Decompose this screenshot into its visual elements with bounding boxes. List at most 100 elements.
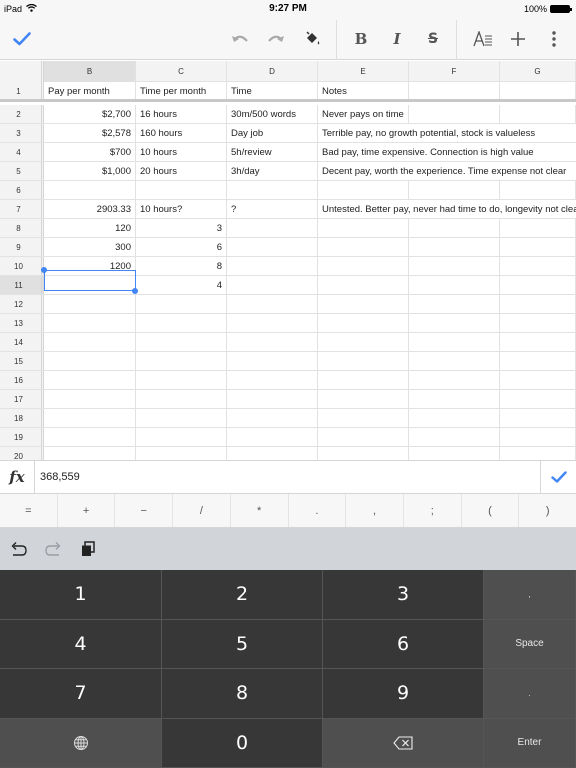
cell-E20[interactable] [318,447,409,460]
row-header-3[interactable]: 3 [0,124,44,142]
cell-G8[interactable] [500,219,576,237]
formula-input[interactable] [40,461,530,493]
cell-G15[interactable] [500,352,576,370]
cell-F8[interactable] [409,219,500,237]
selected-cell-B11[interactable] [44,270,136,291]
column-header-C[interactable]: C [136,61,227,82]
formula-confirm-button[interactable] [540,461,576,493]
cell-F16[interactable] [409,371,500,389]
key-1[interactable]: 1 [0,570,162,620]
cell-C4[interactable]: 10 hours [136,143,227,161]
cell-B5[interactable]: $1,000 [44,162,136,180]
cell-C13[interactable] [136,314,227,332]
cell-B18[interactable] [44,409,136,427]
fill-color-button[interactable] [298,20,328,58]
cell-G3[interactable] [500,124,576,142]
cell-B15[interactable] [44,352,136,370]
row-header-20[interactable]: 20 [0,447,44,460]
row-header-15[interactable]: 15 [0,352,44,370]
keyboard-paste-button[interactable] [77,538,99,560]
cell-F15[interactable] [409,352,500,370]
cell-D20[interactable] [227,447,318,460]
cell-C5[interactable]: 20 hours [136,162,227,180]
cell-D5[interactable]: 3h/day [227,162,318,180]
row-header-6[interactable]: 6 [0,181,44,199]
cell-F9[interactable] [409,238,500,256]
cell-E15[interactable] [318,352,409,370]
text-format-button[interactable] [468,20,498,58]
cell-C18[interactable] [136,409,227,427]
cell-F20[interactable] [409,447,500,460]
operator-key[interactable]: / [173,494,231,527]
cell-C11[interactable]: 4 [136,276,227,294]
cell-F17[interactable] [409,390,500,408]
italic-button[interactable]: I [382,20,412,58]
cell-F6[interactable] [409,181,500,199]
row-header-5[interactable]: 5 [0,162,44,180]
cell-C15[interactable] [136,352,227,370]
cell-F7[interactable] [409,200,500,218]
frozen-row-divider[interactable] [0,99,576,102]
done-button[interactable] [7,20,37,58]
cell-B20[interactable] [44,447,136,460]
column-header-B[interactable]: B [44,61,136,82]
operator-key[interactable]: − [115,494,174,527]
globe-key[interactable] [0,718,162,768]
cell-D14[interactable] [227,333,318,351]
cell-D19[interactable] [227,428,318,446]
cell-D13[interactable] [227,314,318,332]
cell-B16[interactable] [44,371,136,389]
cell-F14[interactable] [409,333,500,351]
key-9[interactable]: 9 [323,669,484,719]
cell-E5[interactable]: Decent pay, worth the experience. Time e… [318,162,566,180]
cell-F3[interactable] [409,124,500,142]
key-enter[interactable]: Enter [484,718,576,768]
cell-G16[interactable] [500,371,576,389]
cell-F2[interactable] [409,105,500,123]
cell-D2[interactable]: 30m/500 words [227,105,318,123]
selection-handle-start[interactable] [41,267,47,273]
cell-G12[interactable] [500,295,576,313]
key-period[interactable]: . [484,669,576,719]
insert-button[interactable] [503,20,533,58]
cell-G9[interactable] [500,238,576,256]
cell-D9[interactable] [227,238,318,256]
cell-B9[interactable]: 300 [44,238,136,256]
cell-B3[interactable]: $2,578 [44,124,136,142]
cell-B12[interactable] [44,295,136,313]
cell-D10[interactable] [227,257,318,275]
column-header-F[interactable]: F [409,61,500,82]
keyboard-undo-button[interactable] [8,538,30,560]
cell-B8[interactable]: 120 [44,219,136,237]
cell-F12[interactable] [409,295,500,313]
key-space[interactable]: Space [484,619,576,669]
cell-B17[interactable] [44,390,136,408]
cell-G7[interactable] [500,200,576,218]
cell-F13[interactable] [409,314,500,332]
cell-E7[interactable]: Untested. Better pay, never had time to … [318,200,576,218]
key-7[interactable]: 7 [0,669,162,719]
cell-E16[interactable] [318,371,409,389]
spreadsheet-grid[interactable]: BCDEFG 1 Pay per month Time per month Time N… [0,61,576,460]
cell-G6[interactable] [500,181,576,199]
cell-D12[interactable] [227,295,318,313]
cell-C20[interactable] [136,447,227,460]
cell-B14[interactable] [44,333,136,351]
cell-D3[interactable]: Day job [227,124,318,142]
cell-E19[interactable] [318,428,409,446]
row-header-12[interactable]: 12 [0,295,44,313]
key-8[interactable]: 8 [162,669,323,719]
backspace-key[interactable] [323,718,484,768]
select-all-corner[interactable] [0,61,44,82]
cell-B7[interactable]: 2903.33 [44,200,136,218]
cell-B19[interactable] [44,428,136,446]
cell-F19[interactable] [409,428,500,446]
key-0[interactable]: 0 [162,718,323,768]
cell-E12[interactable] [318,295,409,313]
cell-C8[interactable]: 3 [136,219,227,237]
cell-G10[interactable] [500,257,576,275]
cell-G13[interactable] [500,314,576,332]
cell-B13[interactable] [44,314,136,332]
cell-G14[interactable] [500,333,576,351]
strikethrough-button[interactable]: S [418,20,448,58]
